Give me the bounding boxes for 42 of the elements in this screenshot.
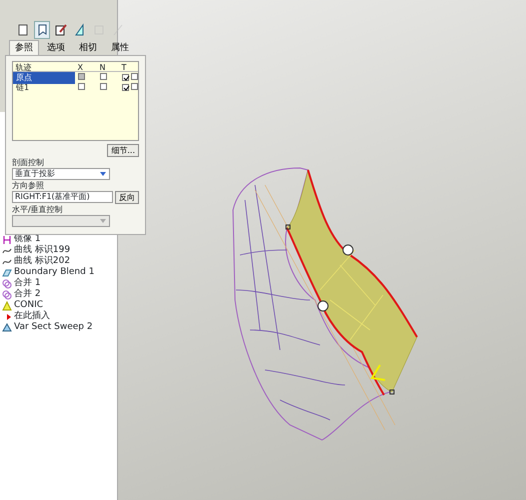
trajectory-row[interactable]: 原点 [13, 72, 75, 84]
checkbox[interactable] [100, 73, 106, 80]
dropdown-arrow-icon [99, 216, 107, 224]
checkbox[interactable] [130, 73, 138, 80]
tree-item[interactable]: 在此插入 [2, 311, 117, 322]
edit-icon [54, 23, 68, 37]
reference-field[interactable]: RIGHT:F1(基准平面) [12, 190, 112, 202]
section-control-dropdown[interactable]: 垂直于投影 [12, 168, 110, 180]
tab[interactable]: 属性 [105, 40, 135, 55]
column-header: X [76, 62, 84, 74]
blend-icon [2, 268, 12, 278]
checkbox[interactable] [130, 83, 138, 90]
conic-icon [2, 300, 12, 310]
tab[interactable]: 相切 [73, 40, 103, 55]
field-label: 方向参照 [12, 180, 45, 190]
mirror-icon [2, 234, 12, 244]
flip-button[interactable]: 反向 [115, 190, 139, 204]
line-icon [111, 23, 125, 37]
surface-icon [16, 23, 30, 37]
column-header: N [98, 62, 106, 74]
tree-item[interactable]: 曲线 标识199 [2, 245, 117, 256]
tree-item[interactable]: 曲线 标识202 [2, 256, 117, 267]
tab[interactable]: 选项 [41, 40, 71, 55]
tree-item[interactable]: 合并 1 [2, 278, 117, 289]
tab[interactable]: 参照 [9, 40, 39, 55]
tree-item[interactable]: CONIC [2, 300, 117, 311]
sweep-icon [2, 322, 12, 332]
checkbox[interactable] [78, 83, 84, 90]
field-label: 剖面控制 [12, 158, 45, 168]
tree-item[interactable]: Boundary Blend 1 [2, 267, 117, 278]
checkbox[interactable] [122, 74, 128, 81]
solid-tool-button[interactable] [34, 21, 50, 39]
details-button[interactable]: 细节... [107, 144, 139, 156]
dropdown-arrow-icon [99, 170, 107, 178]
tree-item[interactable]: Var Sect Sweep 2 [2, 322, 117, 333]
checkbox[interactable] [122, 84, 128, 91]
checkbox[interactable] [100, 83, 106, 90]
column-header: 轨迹 [14, 62, 32, 73]
column-header: T [120, 62, 128, 74]
tree-item[interactable]: 合并 2 [2, 289, 117, 300]
trajectory-row[interactable]: 链1 [13, 82, 75, 94]
field-label: 水平/垂直控制 [12, 204, 64, 214]
